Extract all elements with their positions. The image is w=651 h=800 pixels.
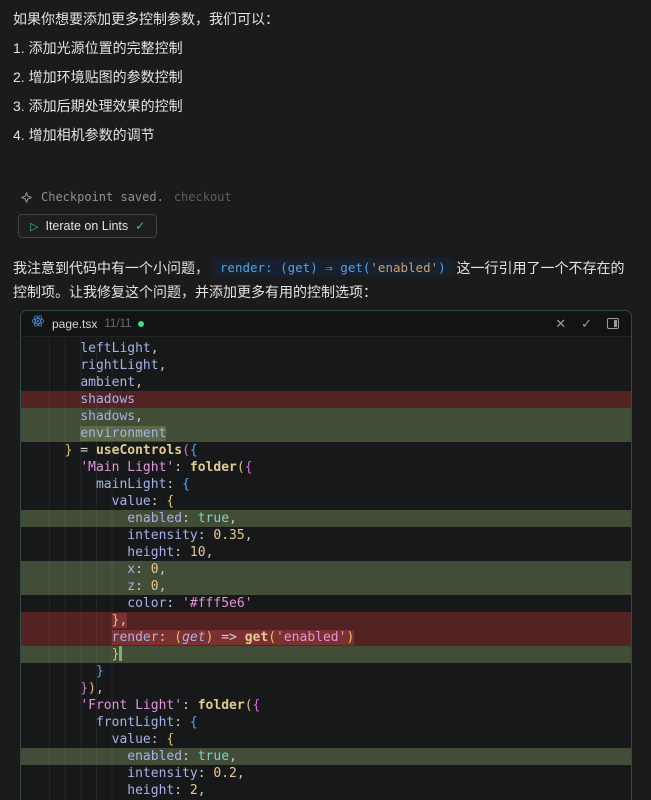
list-item: 4. 增加相机参数的调节 — [13, 127, 155, 143]
inline-code-chip: render: (get) ⇒ get('enabled') — [212, 258, 453, 277]
close-icon[interactable]: ✕ — [555, 316, 566, 332]
diff-progress: 11/11 — [104, 317, 132, 330]
code-line: render: (get) => get('enabled') — [21, 629, 631, 646]
code-line: 'Front Light': folder({ — [80, 698, 261, 713]
code-line: color: '#fff5e6' — [127, 596, 253, 611]
sparkle-icon — [20, 191, 33, 204]
code-line: mainLight: { — [95, 477, 190, 492]
iterate-on-lints-button[interactable]: ▷ Iterate on Lints ✓ — [18, 214, 158, 238]
code-line: value: { — [111, 494, 175, 509]
react-file-icon — [31, 314, 45, 333]
code-line: intensity: 0.2, — [127, 766, 245, 781]
code-line: 'Main Light': folder({ — [80, 460, 253, 475]
list-item: 1. 添加光源位置的完整控制 — [13, 40, 183, 56]
code-line: x: 0, — [21, 561, 631, 578]
lint-button-label: Iterate on Lints — [45, 219, 129, 233]
code-line: leftLight, — [80, 341, 159, 356]
code-line: } = useControls({ — [64, 443, 198, 458]
list-item: 3. 添加后期处理效果的控制 — [13, 98, 183, 114]
code-line: height: 2, — [127, 783, 206, 798]
checkpoint-label: Checkpoint saved. — [41, 190, 164, 204]
code-line: }, — [21, 612, 631, 629]
code-line: value: { — [111, 732, 175, 747]
code-line: rightLight, — [80, 358, 167, 373]
code-block: page.tsx 11/11 ✕ ✓ leftLight, rightLight… — [20, 310, 632, 800]
editor-header: page.tsx 11/11 ✕ ✓ — [21, 311, 631, 337]
code-line: shadows, — [21, 408, 631, 425]
code-line: shadows — [21, 391, 631, 408]
code-line: }), — [80, 681, 104, 696]
code-line: } — [21, 646, 631, 663]
code-line: } — [95, 664, 104, 679]
code-line: z: 0, — [21, 578, 631, 595]
play-icon: ▷ — [30, 220, 39, 233]
code-lines: leftLight, rightLight, ambient, shadows … — [21, 340, 631, 800]
chat-panel: 如果你想要添加更多控制参数，我们可以： 1. 添加光源位置的完整控制 2. 增加… — [0, 0, 651, 304]
accept-check-icon[interactable]: ✓ — [581, 316, 592, 332]
code-line: frontLight: { — [95, 715, 198, 730]
code-area: leftLight, rightLight, ambient, shadows … — [21, 337, 631, 800]
code-line: enabled: true, — [21, 748, 631, 765]
code-line: environment — [21, 425, 631, 442]
open-in-editor-icon[interactable] — [607, 318, 619, 329]
chat-intro-text: 如果你想要添加更多控制参数，我们可以： — [13, 11, 279, 27]
checkpoint-row: Checkpoint saved. checkout — [20, 190, 637, 204]
code-line: height: 10, — [127, 545, 214, 560]
chat-paragraph: 我注意到代码中有一个小问题， render: (get) ⇒ get('enab… — [13, 256, 637, 304]
file-name[interactable]: page.tsx — [52, 317, 97, 331]
text-cursor — [119, 646, 123, 661]
code-line: intensity: 0.35, — [127, 528, 253, 543]
checkout-link[interactable]: checkout — [174, 190, 232, 204]
list-item: 2. 增加环境贴图的参数控制 — [13, 69, 183, 85]
unsaved-dot — [138, 320, 145, 327]
code-line: ambient, — [80, 375, 143, 390]
code-line: enabled: true, — [21, 510, 631, 527]
paragraph-text: 我注意到代码中有一个小问题， — [13, 260, 209, 276]
check-icon: ✓ — [135, 219, 146, 233]
